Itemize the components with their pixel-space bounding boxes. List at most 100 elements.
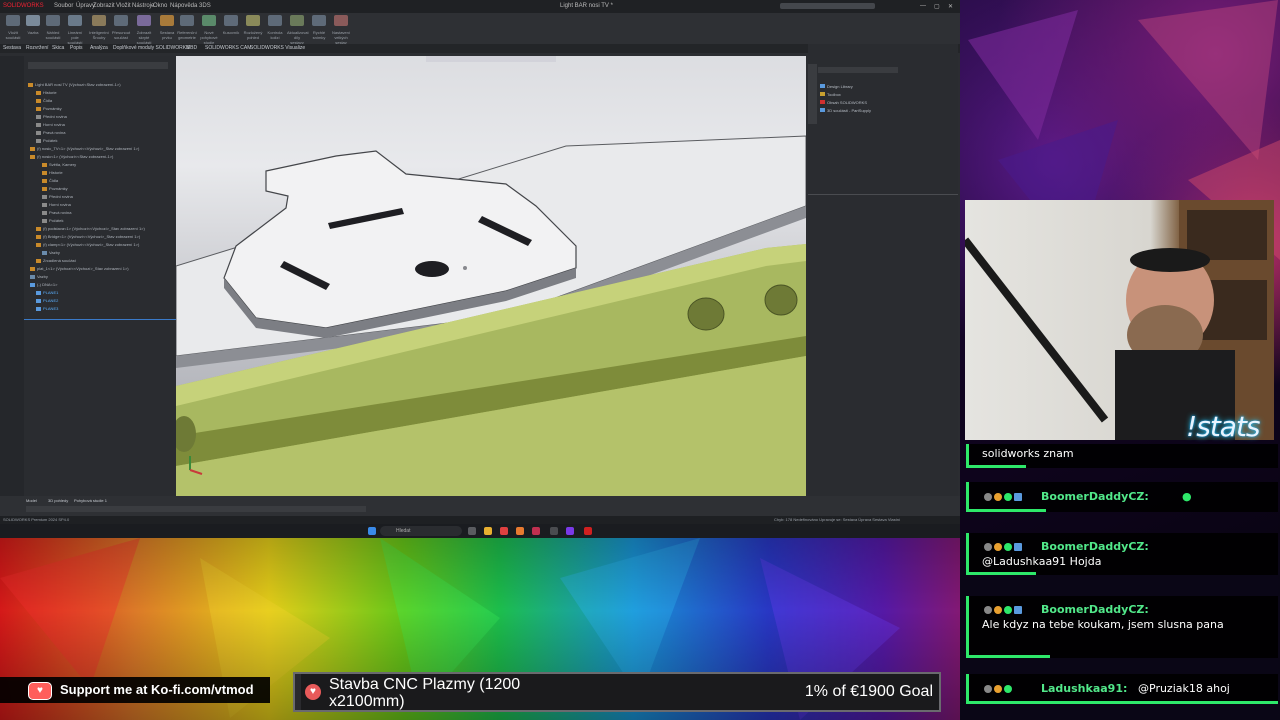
tree-item[interactable]: (f) Bridge<1> (Výchozí<<Výchozí>_Stav zo… [36, 234, 140, 239]
move-component-button[interactable] [114, 15, 128, 26]
view-toolbar[interactable] [26, 506, 366, 512]
tab-analysis[interactable]: Analýza [90, 45, 108, 51]
chat-username: BoomerDaddyCZ: [1041, 490, 1149, 503]
taskbar-search[interactable]: Hledat [380, 526, 462, 536]
tree-item[interactable]: Světla, Kamery [42, 162, 76, 167]
tree-item[interactable]: Zrcadlená součást [36, 258, 76, 263]
windows-start-icon[interactable] [368, 527, 376, 535]
maximize-icon[interactable]: ▢ [934, 3, 940, 10]
large-assembly-button[interactable] [334, 15, 348, 26]
task-pane-search[interactable] [818, 67, 898, 73]
assembly-features-button[interactable] [160, 15, 174, 26]
component-preview-button[interactable] [46, 15, 60, 26]
badge-icon [1004, 685, 1012, 693]
menu-file[interactable]: Soubor [54, 3, 73, 9]
document-title: Light BAR nosi TV * [560, 3, 613, 9]
search-box[interactable] [780, 3, 875, 9]
tab-addins[interactable]: Doplňkové moduly SOLIDWORKS [113, 45, 189, 51]
design-library-item[interactable]: Design Library [820, 84, 853, 89]
interference-detection-button[interactable] [268, 15, 282, 26]
bom-button[interactable] [224, 15, 238, 26]
tab-3d-views[interactable]: 3D pohledy [48, 498, 68, 503]
divider [808, 194, 958, 195]
heads-up-toolbar[interactable] [426, 56, 556, 62]
tree-item[interactable]: (f) nosic_TV<1> (Výchozí<<Výchozí>_Stav … [30, 146, 139, 151]
tab-motion-study[interactable]: Pohybová studie 1 [74, 498, 107, 503]
mate-button[interactable] [26, 15, 40, 26]
tree-item[interactable]: Přední rovina [36, 114, 67, 119]
tree-item[interactable]: Počátek [36, 138, 57, 143]
chat-text: @Ladushkaa91 Hojda [982, 555, 1102, 568]
exploded-view-button[interactable] [246, 15, 260, 26]
tree-item[interactable]: Vazby [42, 250, 60, 255]
tree-item[interactable]: PLANE3 [36, 306, 58, 311]
new-motion-study-button[interactable] [202, 15, 216, 26]
badge-icon [1014, 543, 1022, 551]
kofi-banner[interactable]: ♥ Support me at Ko-fi.com/vtmod [0, 677, 270, 703]
graphics-area[interactable] [176, 56, 806, 496]
settings-icon[interactable] [550, 527, 558, 535]
solidworks-content-item[interactable]: Obsah SOLIDWORKS [820, 100, 867, 105]
file-explorer-icon[interactable] [484, 527, 492, 535]
tree-item[interactable]: Čidla [36, 98, 52, 103]
tree-label: (-) DNA<1> [37, 282, 58, 287]
minimize-icon[interactable]: — [920, 3, 926, 9]
tree-item[interactable]: Historie [36, 90, 57, 95]
app-icon[interactable] [532, 527, 540, 535]
tree-item[interactable]: Pravá rovina [42, 210, 71, 215]
goal-amount: 1% of €1900 Goal [804, 683, 933, 700]
task-view-icon[interactable] [468, 527, 476, 535]
tab-layout[interactable]: Rozvržení [26, 45, 49, 51]
tree-item[interactable]: Poznámky [42, 186, 68, 191]
tree-item[interactable]: (f) clamp<1> (Výchozí<<Výchozí>_Stav zob… [36, 242, 139, 247]
tree-item[interactable]: Přední rovina [42, 194, 73, 199]
tab-cam[interactable]: SOLIDWORKS CAM [205, 45, 251, 51]
tree-item[interactable]: Vazby [30, 274, 48, 279]
solidworks-taskbar-icon[interactable] [584, 527, 592, 535]
rollback-bar[interactable] [24, 319, 176, 320]
tree-item[interactable]: PLANE1 [36, 290, 58, 295]
notes-icon [42, 186, 47, 191]
browser-icon[interactable] [516, 527, 524, 535]
smart-fasteners-button[interactable] [92, 15, 106, 26]
show-hidden-button[interactable] [137, 15, 151, 26]
snapshot-button[interactable] [312, 15, 326, 26]
tree-item[interactable]: plat_1<1> (Výchozí<<Výchozí>_Stav zobraz… [30, 266, 129, 271]
app-icon[interactable] [500, 527, 508, 535]
menu-help[interactable]: Nápověda 3DS [170, 3, 211, 9]
linear-pattern-button[interactable] [68, 15, 82, 26]
insert-components-button[interactable] [6, 15, 20, 26]
tree-item[interactable]: (f) nosic<1> (Výchozí<<Stav zobrazení-1>… [30, 154, 113, 159]
partsupply-item[interactable]: 3D součásti - PartSupply [820, 108, 871, 113]
tree-item[interactable]: (-) DNA<1> [30, 282, 57, 287]
tree-item[interactable]: Poznámky [36, 106, 62, 111]
tab-visualize[interactable]: SOLIDWORKS Visualize [250, 45, 305, 51]
task-pane-tabs[interactable] [808, 64, 817, 124]
tree-item[interactable]: (f) podstava<1> (Výchozí<<Výchozí>_Stav … [36, 226, 145, 231]
tab-model[interactable]: Model [26, 498, 37, 503]
tree-item[interactable]: Light BAR nosi TV (Výchozí<Stav zobrazen… [28, 82, 121, 87]
reference-geometry-button[interactable] [180, 15, 194, 26]
menu-tools[interactable]: Nástroje [132, 3, 154, 9]
tab-mbd[interactable]: MBD [186, 45, 197, 51]
badge-icon [994, 685, 1002, 693]
tree-item[interactable]: Čidla [42, 178, 58, 183]
tree-item[interactable]: Horní rovina [36, 122, 65, 127]
tab-assembly[interactable]: Sestava [3, 45, 21, 51]
tree-item[interactable]: Počátek [42, 218, 63, 223]
close-icon[interactable]: ✕ [948, 3, 953, 10]
tab-sketch[interactable]: Skica [52, 45, 64, 51]
tree-item[interactable]: PLANE2 [36, 298, 58, 303]
twitch-icon[interactable] [566, 527, 574, 535]
task-pane-label: 3D součásti - PartSupply [827, 108, 872, 113]
menu-insert[interactable]: Vložit [116, 3, 131, 9]
tree-item[interactable]: Horní rovina [42, 202, 71, 207]
toolbox-item[interactable]: Toolbox [820, 92, 841, 97]
speedpak-button[interactable] [290, 15, 304, 26]
tree-item[interactable]: Historie [42, 170, 63, 175]
tree-item[interactable]: Pravá rovina [36, 130, 65, 135]
menu-window[interactable]: Okno [153, 3, 167, 9]
folder-icon [36, 90, 41, 95]
menu-view[interactable]: Zobrazit [93, 3, 115, 9]
tab-markup[interactable]: Popis [70, 45, 83, 51]
